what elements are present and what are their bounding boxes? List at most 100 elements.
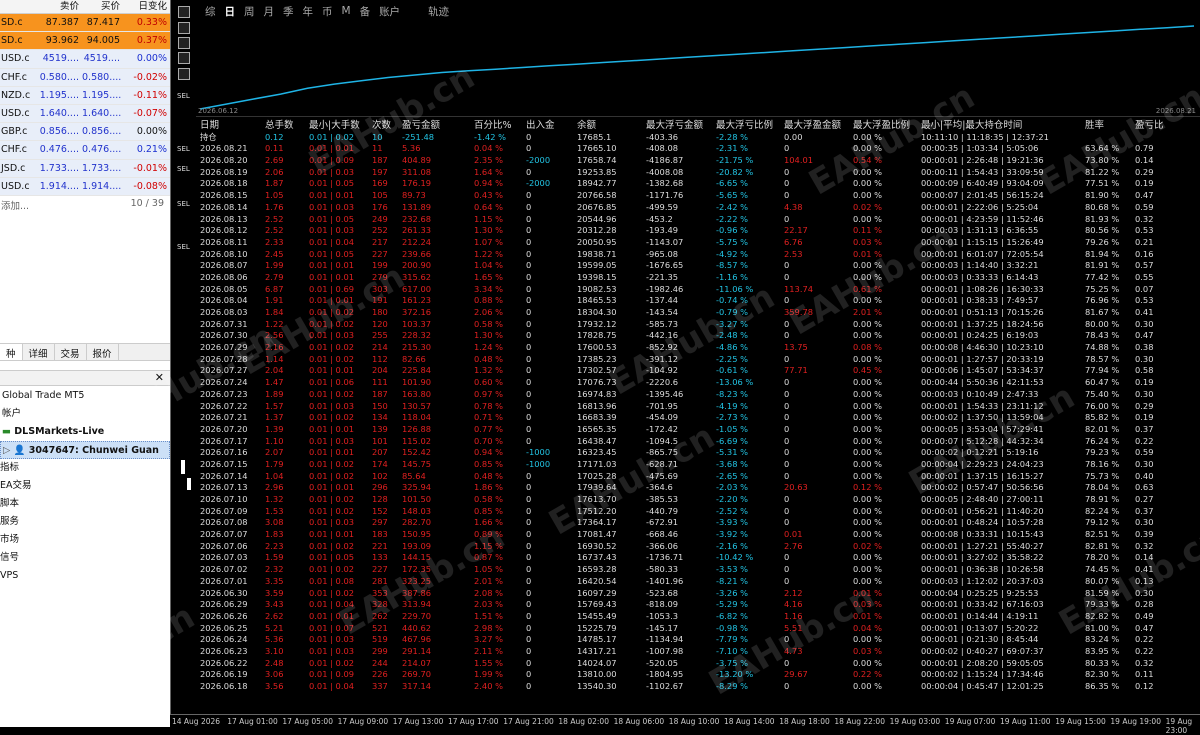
toolbar-tab[interactable]: 备 — [360, 4, 371, 19]
table-row[interactable]: 2026.06.22 2.48 0.01 | 0.02 244 214.07 1.55 %… — [196, 658, 1200, 670]
table-row[interactable]: 2026.06.23 3.10 0.01 | 0.03 299 291.14 2.11 %… — [196, 646, 1200, 658]
quote-row[interactable]: SD.c 87.387 87.417 0.33% — [0, 14, 170, 33]
table-row[interactable]: 2026.07.27 2.04 0.01 | 0.01 204 225.84 1.32 %… — [196, 365, 1200, 377]
toolbar-tab[interactable]: 年 — [303, 4, 314, 19]
table-row[interactable]: 2026.07.15 1.79 0.01 | 0.02 174 145.75 0.85 %… — [196, 459, 1200, 471]
close-icon[interactable]: ✕ — [155, 371, 164, 384]
table-row[interactable]: 2026.08.10 2.45 0.01 | 0.05 227 239.66 1.22 %… — [196, 249, 1200, 261]
table-row[interactable]: 2026.07.29 2.16 0.01 | 0.02 214 215.30 1.24 %… — [196, 342, 1200, 354]
chart-tool-icon[interactable] — [178, 37, 190, 49]
table-row[interactable]: 2026.08.15 1.05 0.01 | 0.01 105 89.73 0.43 % 0… — [196, 190, 1200, 202]
header-ask[interactable]: 买价 — [82, 0, 123, 13]
toolbar-tab[interactable]: M — [342, 5, 351, 17]
table-row[interactable]: 2026.07.08 3.08 0.01 | 0.03 297 282.70 1.66 %… — [196, 517, 1200, 529]
table-row[interactable]: 2026.07.09 1.53 0.01 | 0.02 152 148.03 0.85 %… — [196, 506, 1200, 518]
column-header[interactable]: 总手数 — [265, 120, 309, 132]
table-row[interactable]: 2026.08.12 2.52 0.01 | 0.03 252 261.33 1.30 %… — [196, 225, 1200, 237]
table-row[interactable]: 2026.07.31 1.22 0.01 | 0.02 120 103.37 0.58 %… — [196, 319, 1200, 331]
table-row[interactable]: 2026.06.18 3.56 0.01 | 0.04 337 317.14 2.40 %… — [196, 681, 1200, 693]
tab-symbols[interactable]: 种 — [0, 344, 23, 360]
expand-icon[interactable]: ▷ — [3, 445, 14, 456]
tab-details[interactable]: 详细 — [23, 344, 55, 360]
toolbar-tab[interactable]: 账户 — [379, 4, 400, 19]
toolbar-tab[interactable]: 币 — [322, 4, 333, 19]
nav-platform[interactable]: Global Trade MT5 — [0, 387, 170, 405]
table-row[interactable]: 2026.07.07 1.83 0.01 | 0.01 183 150.95 0.89 %… — [196, 529, 1200, 541]
toolbar-tab[interactable]: 周 — [244, 4, 255, 19]
table-row[interactable]: 2026.08.04 1.91 0.01 | 0.01 191 161.23 0.88 %… — [196, 295, 1200, 307]
table-row[interactable]: 2026.07.13 2.96 0.01 | 0.01 296 325.94 1.86 %… — [196, 482, 1200, 494]
table-row[interactable]: 2026.06.26 2.62 0.01 | 0.01 262 229.70 1.51 %… — [196, 611, 1200, 623]
column-header[interactable]: 最大浮盈比例 — [853, 120, 921, 132]
nav-market[interactable]: 市场 — [0, 531, 170, 549]
toolbar-tab[interactable]: 月 — [264, 4, 275, 19]
table-row[interactable]: 2026.08.11 2.33 0.01 | 0.04 217 212.24 1.07 %… — [196, 237, 1200, 249]
column-header[interactable]: 最大浮亏金额 — [646, 120, 716, 132]
table-row[interactable]: 持仓 0.12 0.01 | 0.02 10 -251.48 -1.42 % 0 17685.… — [196, 132, 1200, 144]
nav-services[interactable]: 服务 — [0, 513, 170, 531]
table-row[interactable]: 2026.08.05 6.87 0.01 | 0.69 303 617.00 3.34 %… — [196, 284, 1200, 296]
table-row[interactable]: 2026.07.23 1.89 0.01 | 0.02 187 163.80 0.97 %… — [196, 389, 1200, 401]
table-row[interactable]: 2026.07.01 3.35 0.01 | 0.08 281 323.25 2.01 %… — [196, 576, 1200, 588]
column-header[interactable]: 盈亏金额 — [402, 120, 474, 132]
column-header[interactable]: 盈亏比 — [1135, 120, 1180, 132]
table-row[interactable]: 2026.07.28 1.14 0.01 | 0.02 112 82.66 0.48 % 0… — [196, 354, 1200, 366]
chart-tool-icon[interactable] — [178, 22, 190, 34]
chart-tool-icon[interactable] — [178, 52, 190, 64]
toolbar-tab[interactable]: 综 — [205, 4, 216, 19]
nav-account-item[interactable]: ▷ 👤 3047647: Chunwei Guan — [0, 441, 170, 459]
table-row[interactable]: 2026.07.30 2.56 0.01 | 0.03 255 228.32 1.30 %… — [196, 330, 1200, 342]
quote-row[interactable]: CHF.c 0.476.... 0.476.... 0.21% — [0, 141, 170, 160]
table-row[interactable]: 2026.08.13 2.52 0.01 | 0.05 249 232.68 1.15 %… — [196, 214, 1200, 226]
table-row[interactable]: 2026.07.14 1.04 0.01 | 0.02 102 85.64 0.48 % 0… — [196, 471, 1200, 483]
quote-row[interactable]: GBP.c 0.856.... 0.856.... 0.00% — [0, 123, 170, 142]
column-header[interactable]: 胜率 — [1085, 120, 1135, 132]
table-row[interactable]: 2026.08.20 2.69 0.01 | 0.09 187 404.89 2.35 %… — [196, 155, 1200, 167]
crosshair-icon[interactable] — [178, 6, 190, 18]
tab-ticks[interactable]: 报价 — [87, 344, 119, 360]
quote-row[interactable]: SD.c 93.962 94.005 0.37% — [0, 32, 170, 51]
quote-row[interactable]: CHF.c 0.580.... 0.580.... -0.02% — [0, 68, 170, 87]
column-header[interactable]: 最小|大手数 — [309, 120, 372, 132]
nav-scripts[interactable]: 脚本 — [0, 495, 170, 513]
column-header[interactable]: 出入金 — [526, 120, 577, 132]
nav-server[interactable]: ▬ DLSMarkets-Live — [0, 423, 170, 441]
table-row[interactable]: 2026.07.02 2.32 0.01 | 0.02 227 172.35 1.05 %… — [196, 564, 1200, 576]
toolbar-tab[interactable]: 日 — [225, 4, 236, 19]
table-row[interactable]: 2026.08.14 1.76 0.01 | 0.03 176 131.89 0.64 %… — [196, 202, 1200, 214]
toolbar-tab[interactable]: 轨迹 — [428, 4, 449, 19]
table-row[interactable]: 2026.08.03 1.84 0.01 | 0.02 180 372.16 2.06 %… — [196, 307, 1200, 319]
quote-row[interactable]: JSD.c 1.733.... 1.733.... -0.01% — [0, 159, 170, 178]
table-row[interactable]: 2026.07.03 1.59 0.01 | 0.05 133 144.15 0.87 %… — [196, 552, 1200, 564]
table-row[interactable]: 2026.07.16 2.07 0.01 | 0.01 207 152.42 0.94 %… — [196, 447, 1200, 459]
column-header[interactable]: 余额 — [577, 120, 646, 132]
column-header[interactable]: 百分比% — [474, 120, 526, 132]
nav-vps[interactable]: VPS — [0, 567, 170, 585]
table-row[interactable]: 2026.07.22 1.57 0.01 | 0.03 150 130.57 0.78 %… — [196, 401, 1200, 413]
table-row[interactable]: 2026.07.06 2.23 0.01 | 0.02 221 193.09 1.15 %… — [196, 541, 1200, 553]
add-symbol-row[interactable]: 添加... 10 / 39 — [0, 196, 170, 216]
header-symbol[interactable] — [0, 0, 39, 13]
column-header[interactable]: 次数 — [372, 120, 402, 132]
quote-row[interactable]: NZD.c 1.195.... 1.195.... -0.11% — [0, 86, 170, 105]
quote-row[interactable]: USD.c 4519.... 4519.... 0.00% — [0, 50, 170, 69]
nav-experts[interactable]: EA交易 — [0, 477, 170, 495]
table-row[interactable]: 2026.08.06 2.79 0.01 | 0.01 279 315.62 1.65 %… — [196, 272, 1200, 284]
header-bid[interactable]: 卖价 — [39, 0, 82, 13]
table-row[interactable]: 2026.06.19 3.06 0.01 | 0.09 226 269.70 1.99 %… — [196, 669, 1200, 681]
tab-trading[interactable]: 交易 — [55, 344, 87, 360]
table-row[interactable]: 2026.06.30 3.59 0.01 | 0.02 353 387.86 2.08 %… — [196, 588, 1200, 600]
table-row[interactable]: 2026.08.07 1.99 0.01 | 0.01 199 200.90 1.04 %… — [196, 260, 1200, 272]
nav-indicators[interactable]: 指标 — [0, 459, 170, 477]
toolbar-tab[interactable]: 季 — [283, 4, 294, 19]
table-row[interactable]: 2026.07.24 1.47 0.01 | 0.06 111 101.90 0.60 %… — [196, 377, 1200, 389]
table-row[interactable]: 2026.08.19 2.06 0.01 | 0.03 197 311.08 1.64 %… — [196, 167, 1200, 179]
column-header[interactable]: 最大浮亏比例 — [716, 120, 784, 132]
table-row[interactable]: 2026.08.21 0.11 0.01 | 0.01 11 5.36 0.04 % 0 17… — [196, 143, 1200, 155]
table-row[interactable]: 2026.07.10 1.32 0.01 | 0.02 128 101.50 0.58 %… — [196, 494, 1200, 506]
table-row[interactable]: 2026.07.17 1.10 0.01 | 0.03 101 115.02 0.70 %… — [196, 436, 1200, 448]
nav-accounts[interactable]: 帐户 — [0, 405, 170, 423]
table-row[interactable]: 2026.06.25 5.21 0.01 | 0.07 521 440.62 2.98 %… — [196, 623, 1200, 635]
column-header[interactable]: 日期 — [196, 120, 265, 132]
table-row[interactable]: 2026.06.24 5.36 0.01 | 0.03 519 467.96 3.27 %… — [196, 634, 1200, 646]
